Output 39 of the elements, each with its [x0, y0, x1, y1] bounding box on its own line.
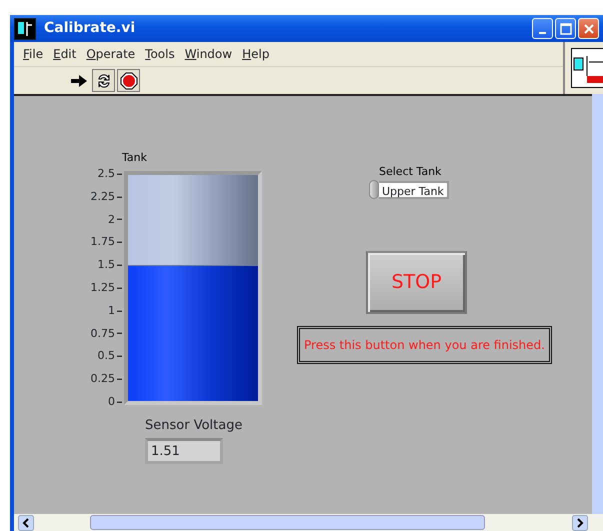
select-tank-label: Select Tank: [379, 164, 442, 180]
menu-item[interactable]: Operate: [81, 45, 140, 63]
scale-label: 2.25: [90, 188, 115, 205]
scroll-left-icon[interactable]: [18, 514, 34, 530]
scale-label: 1.25: [90, 280, 115, 296]
minimize-button[interactable]: [532, 18, 553, 39]
maximize-icon: [560, 22, 572, 34]
minimize-icon: [539, 32, 546, 34]
scale-label: 0.25: [90, 370, 115, 387]
sensor-voltage-label: Sensor Voltage: [145, 417, 242, 435]
close-button[interactable]: [578, 18, 599, 39]
scale-label: 1.5: [98, 256, 115, 273]
scale-label: 2: [108, 211, 115, 228]
ring-arrows[interactable]: [369, 180, 379, 199]
select-tank-field[interactable]: Upper Tank: [379, 180, 449, 198]
stop-sign-icon: [120, 72, 138, 90]
scale-label: 2.5: [98, 166, 115, 182]
app-icon: [14, 18, 36, 40]
vi-icon: [571, 48, 603, 88]
scale-label: 1.75: [90, 234, 115, 250]
close-icon: [582, 22, 594, 34]
menu-item[interactable]: Tools: [140, 45, 180, 63]
menu-item[interactable]: Help: [237, 45, 274, 63]
instruction-message: Press this button when you are finished.: [297, 326, 552, 364]
maximize-button[interactable]: [555, 18, 576, 39]
scale-label: 0.75: [90, 325, 115, 342]
sensor-voltage-field: 1.51: [145, 438, 223, 464]
run-continuously-button[interactable]: [92, 69, 115, 92]
scale-label: 0.5: [98, 348, 115, 364]
menu-item[interactable]: File: [18, 45, 48, 63]
arrow-icon: [70, 74, 88, 88]
menu-item[interactable]: Window: [180, 45, 238, 63]
scale-label: 1: [108, 302, 115, 319]
window-title: Calibrate.vi: [44, 19, 136, 38]
menu-item[interactable]: Edit: [48, 45, 82, 63]
scale-label: 0: [108, 394, 115, 410]
tank-label: Tank: [122, 150, 147, 166]
abort-button[interactable]: [117, 69, 140, 92]
scroll-right-icon[interactable]: [572, 514, 588, 530]
